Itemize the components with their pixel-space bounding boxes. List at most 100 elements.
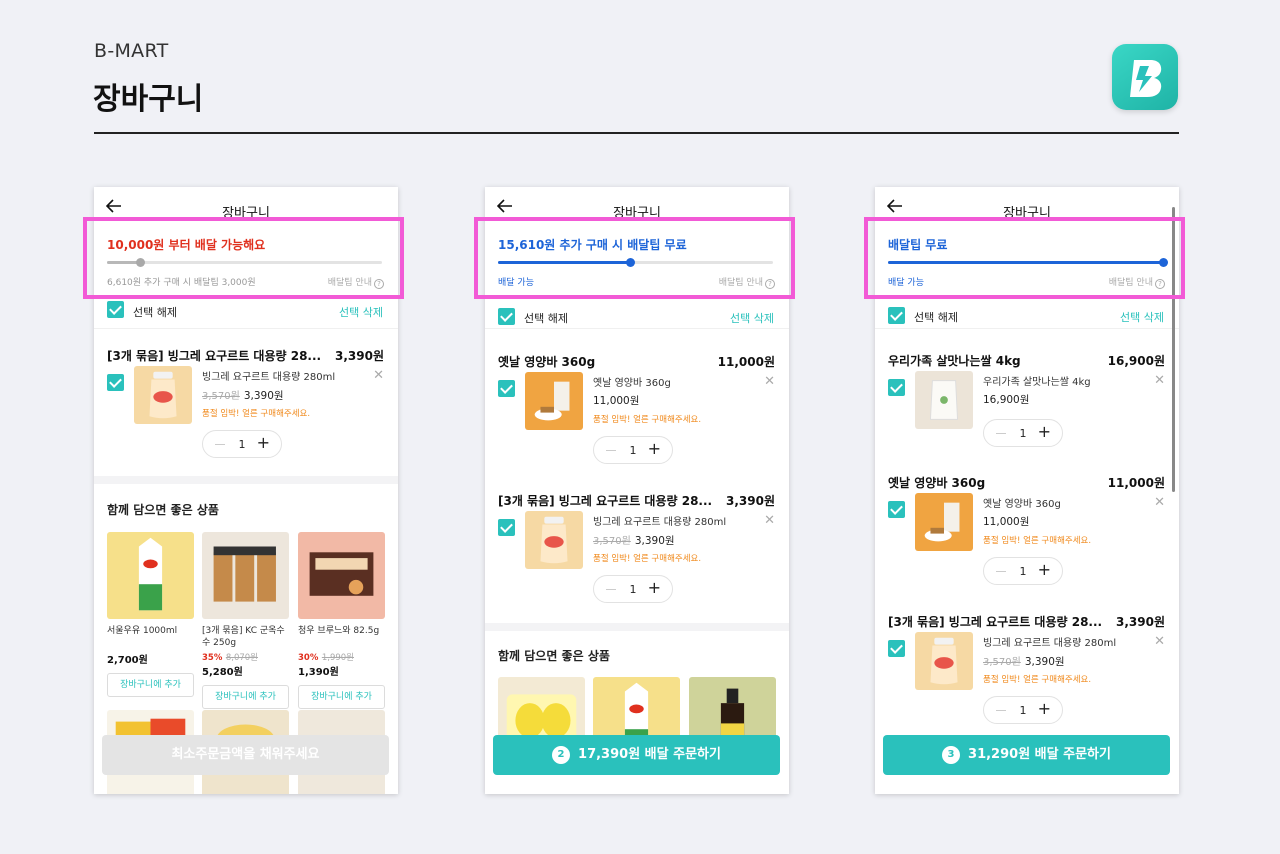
product-image xyxy=(525,372,583,430)
sale-price: 3,390원 xyxy=(634,535,675,547)
cart-item: 우리가족 살맛나는쌀 4kg 16,900원 우리가족 살맛나는쌀 4kg 16… xyxy=(875,352,1179,492)
original-price: 8,070원 xyxy=(225,653,258,663)
delete-selected-button[interactable]: 선택 삭제 xyxy=(730,310,774,326)
cart-item-name: 옛날 영양바 360g xyxy=(983,499,1061,510)
original-price: 3,570원 xyxy=(202,391,240,402)
cart-item-total: 11,000원 xyxy=(1107,476,1165,490)
select-all-label: 선택 해제 xyxy=(133,306,177,319)
original-price: 3,570원 xyxy=(983,657,1021,668)
recommend-price-line: 30% 1,990원 1,390원 xyxy=(298,651,385,678)
cart-item-title: [3개 묶음] 빙그레 요구르트 대용량 28... xyxy=(498,494,713,508)
quantity-stepper: 1 + xyxy=(983,557,1063,585)
cart-item-price-line: 11,000원 xyxy=(593,393,639,408)
cart-item: [3개 묶음] 빙그레 요구르트 대용량 28... 3,390원 빙그레 요구… xyxy=(485,492,789,632)
quantity-stepper: 1 + xyxy=(593,436,673,464)
increase-button[interactable]: + xyxy=(1038,562,1051,578)
brand-label: B-MART xyxy=(94,40,169,62)
cart-item-title: 우리가족 살맛나는쌀 4kg xyxy=(888,354,1021,368)
order-button-disabled[interactable]: 최소주문금액을 채워주세요 xyxy=(102,735,389,775)
product-image[interactable] xyxy=(298,532,385,619)
select-all-label: 선택 해제 xyxy=(524,312,568,325)
cart-item-checkbox[interactable] xyxy=(107,374,124,391)
recommend-name: 청우 브루느와 82.5g xyxy=(298,626,380,636)
order-button-label: 31,290원 배달 주문하기 xyxy=(968,747,1111,762)
add-to-cart-button[interactable]: 장바구니에 추가 xyxy=(107,673,194,697)
increase-button[interactable]: + xyxy=(1038,701,1051,717)
select-all-checkbox[interactable] xyxy=(498,308,515,325)
cart-item-checkbox[interactable] xyxy=(498,380,515,397)
recommend-price-line: 35% 8,070원 5,280원 xyxy=(202,651,289,678)
banner-highlight-box xyxy=(474,217,795,299)
add-to-cart-button[interactable]: 장바구니에 추가 xyxy=(202,685,289,709)
cart-item: [3개 묶음] 빙그레 요구르트 대용량 28... 3,390원 빙그레 요구… xyxy=(875,613,1179,753)
cart-count-badge: 3 xyxy=(942,746,961,764)
recommend-card: [3개 묶음] KC 군옥수수 250g 35% 8,070원 5,280원 장바… xyxy=(202,532,289,709)
stock-warning: 품절 임박! 얼른 구매해주세요. xyxy=(983,675,1092,685)
order-button[interactable]: 3 31,290원 배달 주문하기 xyxy=(883,735,1170,775)
remove-item-icon[interactable]: ✕ xyxy=(1154,496,1165,509)
page-title: 장바구니 xyxy=(93,82,204,117)
sale-price: 11,000원 xyxy=(983,516,1030,528)
discount-rate: 30% xyxy=(298,653,319,663)
select-all-label: 선택 해제 xyxy=(914,311,958,324)
cart-item-checkbox[interactable] xyxy=(888,379,905,396)
product-image xyxy=(134,366,192,424)
cart-item-name: 빙그레 요구르트 대용량 280ml xyxy=(202,372,336,383)
add-to-cart-button[interactable]: 장바구니에 추가 xyxy=(298,685,385,709)
sale-price: 3,390원 xyxy=(1024,656,1065,668)
cart-item: 옛날 영양바 360g 11,000원 옛날 영양바 360g 11,000원 … xyxy=(485,353,789,493)
cart-item-total: 16,900원 xyxy=(1107,354,1165,368)
cart-item-price-line: 16,900원 xyxy=(983,392,1029,407)
recommend-title: 함께 담으면 좋은 상품 xyxy=(498,649,610,663)
select-all-checkbox[interactable] xyxy=(888,307,905,324)
increase-button[interactable]: + xyxy=(648,441,661,457)
sale-price: 11,000원 xyxy=(593,395,640,407)
recommend-name: [3개 묶음] KC 군옥수수 250g xyxy=(202,626,285,648)
recommend-card: 청우 브루느와 82.5g 30% 1,990원 1,390원 장바구니에 추가 xyxy=(298,532,385,709)
cart-item-checkbox[interactable] xyxy=(498,519,515,536)
cart-item-name: 옛날 영양바 360g xyxy=(593,378,671,389)
delete-selected-button[interactable]: 선택 삭제 xyxy=(1120,309,1164,325)
section-separator xyxy=(94,476,398,484)
stock-warning: 품절 임박! 얼른 구매해주세요. xyxy=(593,554,702,564)
product-image[interactable] xyxy=(202,532,289,619)
cart-item-name: 우리가족 살맛나는쌀 4kg xyxy=(983,377,1091,388)
recommend-title: 함께 담으면 좋은 상품 xyxy=(107,503,219,517)
delete-selected-button[interactable]: 선택 삭제 xyxy=(339,304,383,320)
product-image xyxy=(915,371,973,429)
remove-item-icon[interactable]: ✕ xyxy=(1154,635,1165,648)
bmart-logo-icon xyxy=(1112,44,1178,110)
cart-item-checkbox[interactable] xyxy=(888,640,905,657)
cart-item-price-line: 11,000원 xyxy=(983,514,1029,529)
discount-rate: 35% xyxy=(202,653,223,663)
cart-item-name: 빙그레 요구르트 대용량 280ml xyxy=(593,517,727,528)
remove-item-icon[interactable]: ✕ xyxy=(764,514,775,527)
increase-button[interactable]: + xyxy=(648,580,661,596)
increase-button[interactable]: + xyxy=(1038,424,1051,440)
recommend-name: 서울우유 1000ml xyxy=(107,626,178,636)
remove-item-icon[interactable]: ✕ xyxy=(764,375,775,388)
product-image xyxy=(915,632,973,690)
banner-highlight-box xyxy=(83,217,404,299)
recommend-price: 5,280원 xyxy=(202,667,243,678)
order-button[interactable]: 2 17,390원 배달 주문하기 xyxy=(493,735,780,775)
sale-price: 3,390원 xyxy=(243,390,284,402)
remove-item-icon[interactable]: ✕ xyxy=(1154,374,1165,387)
stock-warning: 품절 임박! 얼른 구매해주세요. xyxy=(983,536,1092,546)
select-all-checkbox[interactable] xyxy=(107,301,124,318)
section-separator xyxy=(485,623,789,631)
cart-item-name: 빙그레 요구르트 대용량 280ml xyxy=(983,638,1117,649)
cart-item-total: 3,390원 xyxy=(335,349,384,363)
product-image[interactable] xyxy=(107,532,194,619)
product-image xyxy=(915,493,973,551)
quantity-stepper: 1 + xyxy=(983,419,1063,447)
cart-item-title: [3개 묶음] 빙그레 요구르트 대용량 28... xyxy=(107,349,322,363)
original-price: 1,990원 xyxy=(321,653,354,663)
quantity-stepper: 1 + xyxy=(593,575,673,603)
cart-item-price-line: 3,570원 3,390원 xyxy=(983,653,1065,669)
quantity-stepper: 1 + xyxy=(202,430,282,458)
select-row: 선택 해제 선택 삭제 xyxy=(94,299,398,329)
remove-item-icon[interactable]: ✕ xyxy=(373,369,384,382)
increase-button[interactable]: + xyxy=(257,435,270,451)
cart-item-checkbox[interactable] xyxy=(888,501,905,518)
